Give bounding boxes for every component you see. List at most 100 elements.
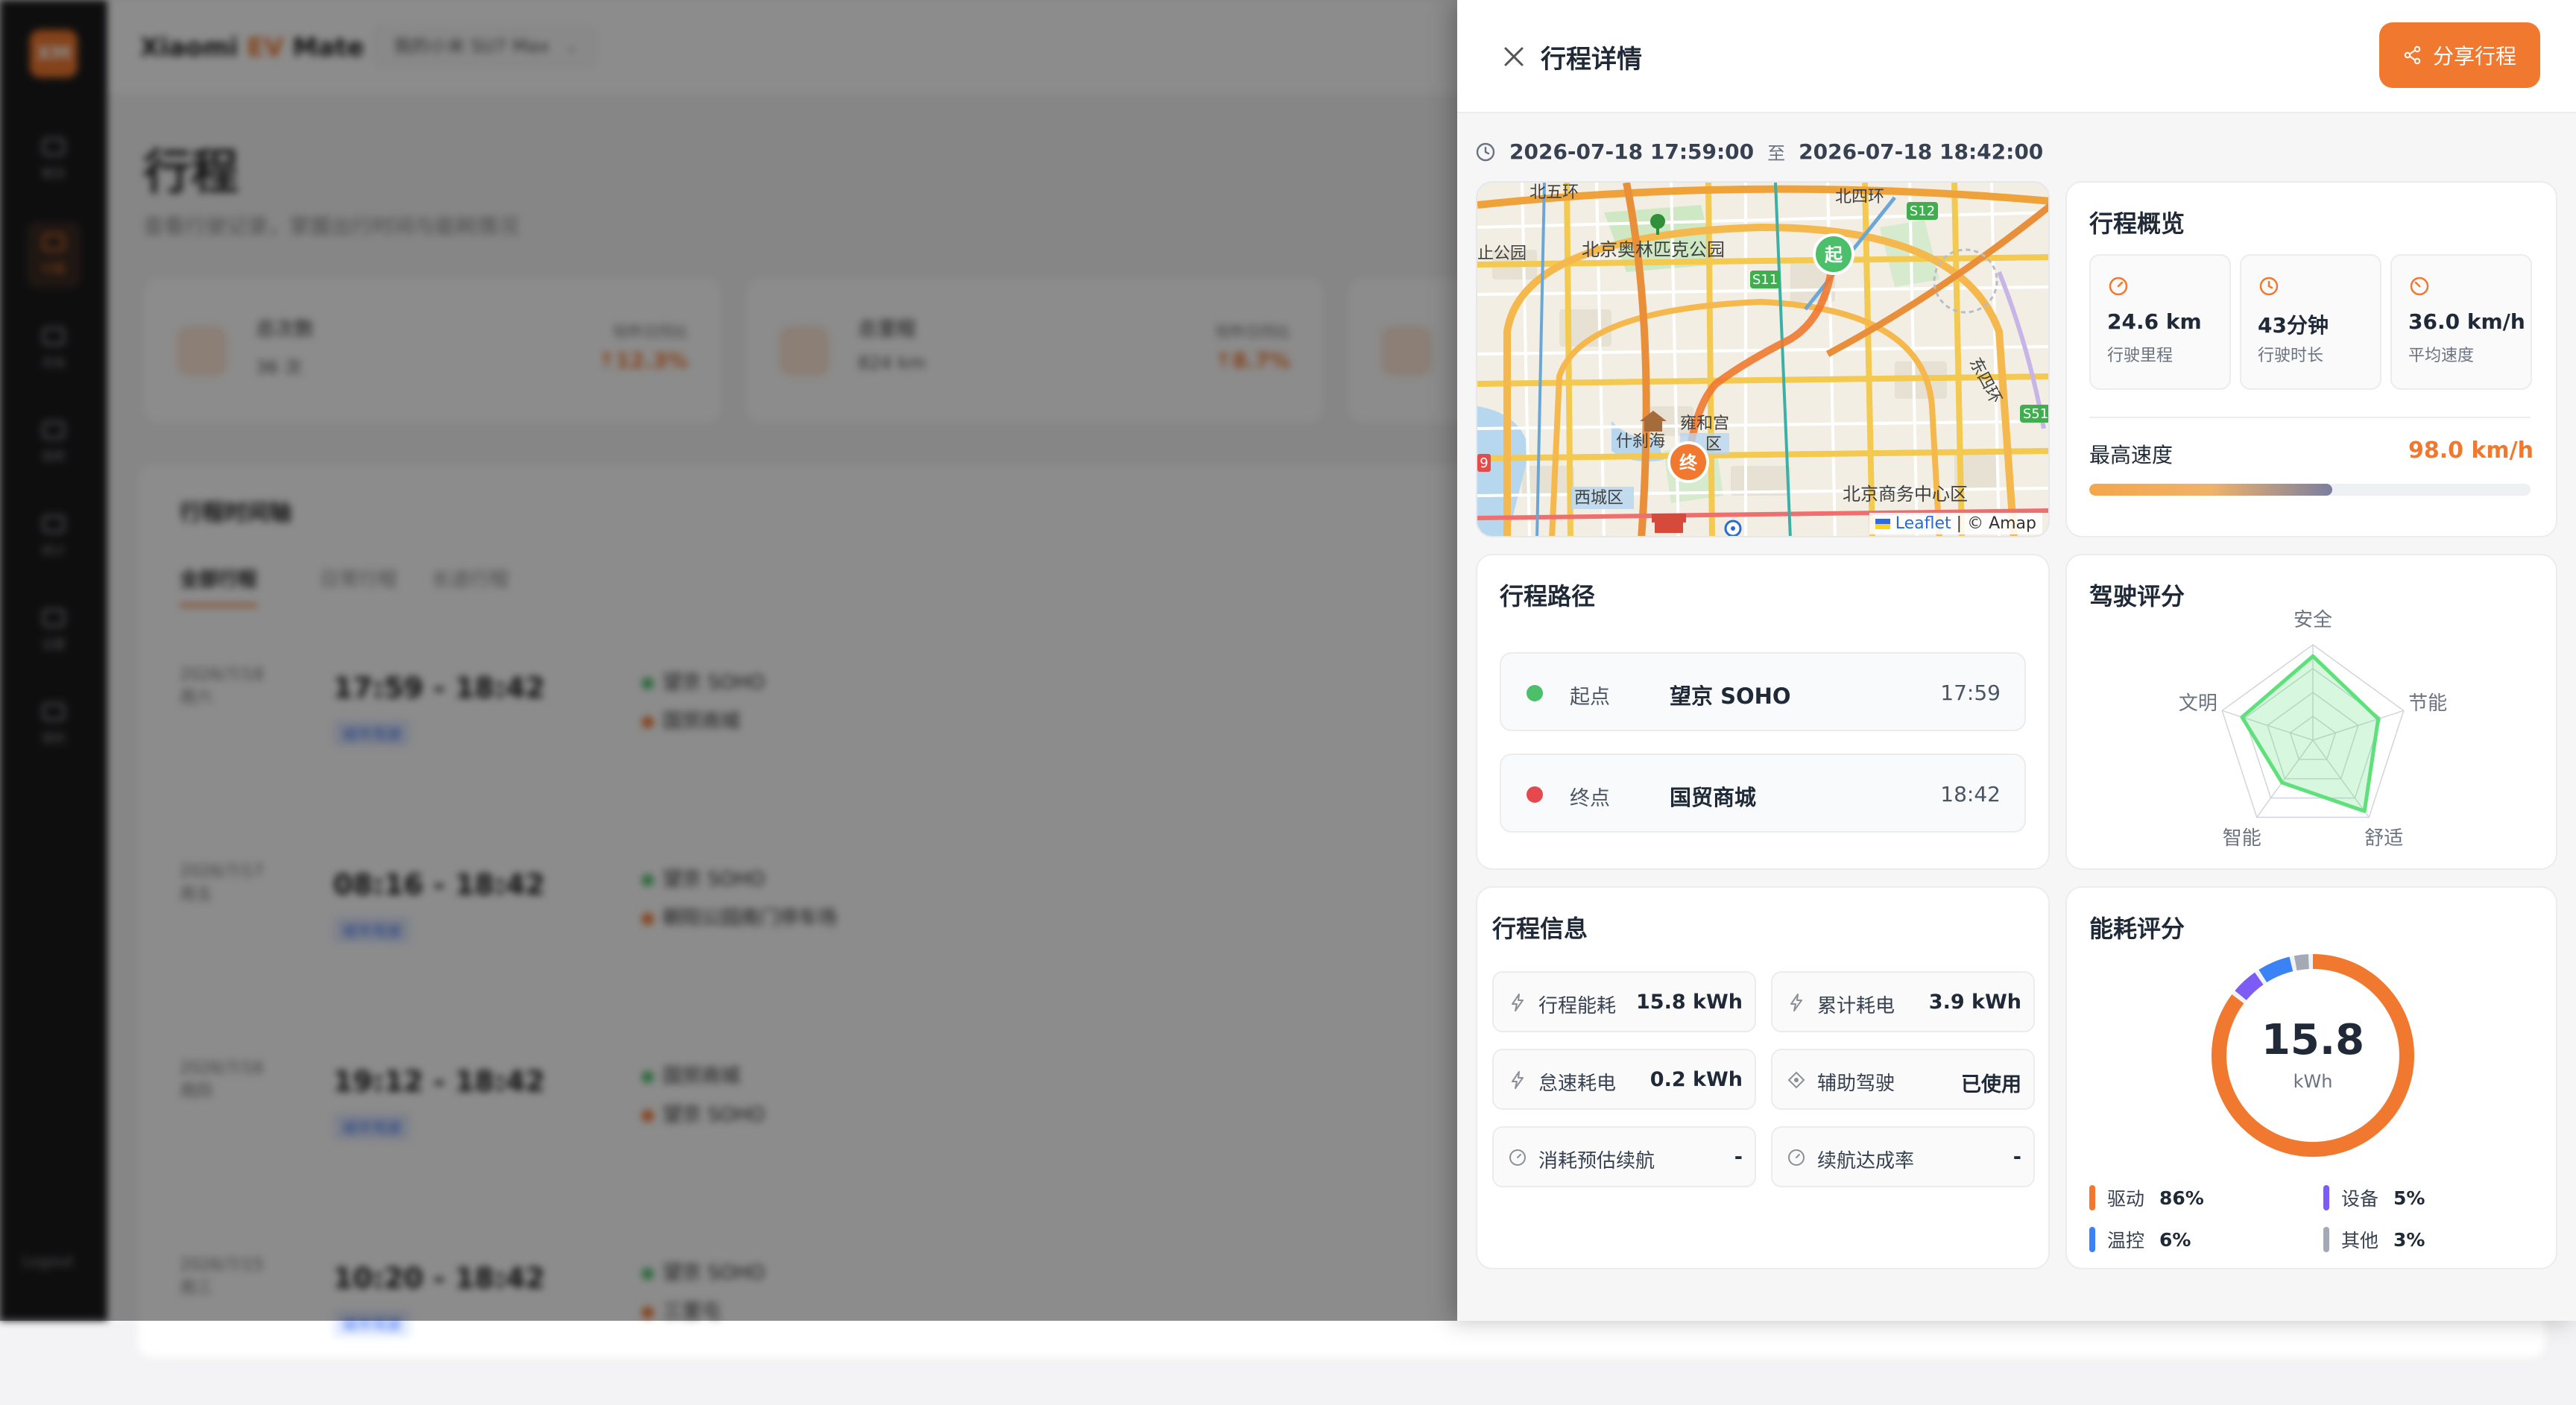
info-value: 15.8 kWh xyxy=(1636,991,1743,1014)
duration-value: 43分钟 xyxy=(2258,313,2329,338)
target-icon xyxy=(1787,1071,1805,1089)
route-end-place: 国贸商城 xyxy=(1670,785,1757,810)
end-marker[interactable]: 终 xyxy=(1667,441,1709,483)
overview-avg-speed: 36.0 km/h 平均速度 xyxy=(2390,254,2532,390)
amap-credit: © Amap xyxy=(1967,514,2036,533)
radar-axis-label: 文明 xyxy=(2179,692,2217,715)
legend-name: 温控 xyxy=(2107,1230,2145,1251)
info-label: 行程能耗 xyxy=(1538,995,1617,1017)
map-label-cbd: 北京商务中心区 xyxy=(1843,484,1968,505)
map-label-shichahai: 什刹海 xyxy=(1616,432,1665,451)
radar-score-area xyxy=(2240,654,2381,813)
energy-title: 能耗评分 xyxy=(2089,915,2185,943)
map-shield-s12: S12 xyxy=(1910,203,1935,219)
overview-duration: 43分钟 行驶时长 xyxy=(2240,254,2381,390)
info-value: - xyxy=(2012,1146,2021,1169)
map-label-beiwuhuan: 北五环 xyxy=(1530,183,1579,202)
clock-icon xyxy=(2259,277,2279,296)
share-trip-label: 分享行程 xyxy=(2432,44,2516,69)
route-start-place: 望京 SOHO xyxy=(1670,683,1791,709)
overview-distance: 24.6 km 行驶里程 xyxy=(2089,254,2231,390)
legend-value: 86% xyxy=(2159,1187,2204,1209)
start-marker-label: 起 xyxy=(1824,244,1843,265)
legend-climate: 温控 6% xyxy=(2089,1226,2191,1253)
driving-score-card: 驾驶评分 安全 节能 舒适 智能 文明 xyxy=(2065,554,2557,870)
end-dot xyxy=(1527,786,1543,803)
info-assist-driving: 辅助驾驶 已使用 xyxy=(1771,1049,2035,1110)
energy-unit: kWh xyxy=(2293,1071,2333,1092)
share-icon xyxy=(2404,45,2421,65)
route-end-kind: 终点 xyxy=(1570,787,1610,810)
route-start-kind: 起点 xyxy=(1570,686,1610,709)
info-range-rate: 续航达成率 - xyxy=(1771,1126,2035,1187)
duration-label: 行驶时长 xyxy=(2258,347,2324,365)
info-value: - xyxy=(1734,1146,1743,1169)
map-label-district: 区 xyxy=(1705,435,1722,454)
leaflet-link[interactable]: Leaflet xyxy=(1895,514,1951,533)
info-label: 怠速耗电 xyxy=(1538,1073,1617,1095)
info-label: 累计耗电 xyxy=(1817,995,1895,1017)
energy-total: 15.8 xyxy=(2261,1016,2365,1064)
gauge-icon xyxy=(2109,277,2128,296)
clock-icon xyxy=(1476,142,1495,161)
trip-detail-drawer: 行程详情 分享行程 2026-07-18 17:59:00 至 2026-07-… xyxy=(1457,0,2576,1321)
legend-name: 其他 xyxy=(2341,1230,2379,1251)
avg-speed-value: 36.0 km/h xyxy=(2408,309,2525,334)
map-shield-s51: S51 xyxy=(2023,406,2048,422)
route-end-row[interactable]: 终点 国贸商城 18:42 xyxy=(1500,754,2026,833)
bolt-icon xyxy=(1512,1071,1524,1089)
trip-start-time: 2026-07-18 17:59:00 xyxy=(1509,139,1755,164)
map-label-beisihuan: 北四环 xyxy=(1835,188,1884,206)
route-end-time: 18:42 xyxy=(1940,782,2001,806)
legend-value: 3% xyxy=(2393,1228,2425,1251)
route-start-row[interactable]: 起点 望京 SOHO 17:59 xyxy=(1500,652,2026,731)
route-card: 行程路径 起点 望京 SOHO 17:59 终点 国贸商城 18:42 xyxy=(1476,554,2050,870)
energy-card: 能耗评分 15.8 kWh 驱动 86% 设备 5% 温控 6% 其他 3% xyxy=(2065,886,2557,1269)
bolt-icon xyxy=(1512,994,1524,1011)
start-dot xyxy=(1527,685,1543,701)
overview-title: 行程概览 xyxy=(2089,209,2185,238)
info-label: 消耗预估续航 xyxy=(1538,1150,1655,1172)
start-marker[interactable]: 起 xyxy=(1813,233,1854,275)
legend-other: 其他 3% xyxy=(2323,1226,2425,1253)
radar-axis-label: 智能 xyxy=(2223,827,2261,850)
bolt-icon xyxy=(1790,994,1802,1011)
radar-axis-label: 舒适 xyxy=(2364,827,2403,850)
divider xyxy=(2089,417,2531,418)
route-start-time: 17:59 xyxy=(1940,681,2001,705)
speedometer-icon xyxy=(2410,277,2429,296)
legend-swatch xyxy=(2089,1185,2095,1210)
info-trip-energy: 行程能耗 15.8 kWh xyxy=(1492,971,1756,1032)
gate-icon xyxy=(1652,514,1686,533)
legend-name: 驱动 xyxy=(2107,1188,2145,1210)
map-label-yonghegong: 雍和宫 xyxy=(1680,414,1729,433)
driving-score-radar: 安全节能舒适 智能 文明 xyxy=(2179,609,2447,850)
distance-value: 24.6 km xyxy=(2107,309,2202,334)
radar-axis-label: 安全 xyxy=(2294,609,2332,631)
map-attribution: Leaflet | © Amap xyxy=(1869,513,2042,534)
info-label: 续航达成率 xyxy=(1817,1150,1915,1172)
trip-info-title: 行程信息 xyxy=(1492,915,1588,943)
info-value: 已使用 xyxy=(1961,1073,2021,1096)
map-shield-s11: S11 xyxy=(1752,272,1778,288)
time-separator: 至 xyxy=(1767,143,1786,164)
info-est-range: 消耗预估续航 - xyxy=(1492,1126,1756,1187)
map-label-olympic-park: 北京奥林匹克公园 xyxy=(1582,239,1725,260)
close-icon xyxy=(1504,47,1524,66)
max-speed-bar xyxy=(2089,484,2531,496)
radar-axis-label: 节能 xyxy=(2408,692,2447,715)
gauge-icon xyxy=(1788,1149,1805,1166)
legend-swatch xyxy=(2089,1227,2095,1252)
trip-map[interactable]: S11 S12 S51 9 北四环 北五环 北京奥林匹克公园 止公园 雍和宫 什… xyxy=(1476,181,2050,537)
gauge-icon xyxy=(1509,1149,1526,1166)
info-cumulative: 累计耗电 3.9 kWh xyxy=(1771,971,2035,1032)
route-title: 行程路径 xyxy=(1500,582,1596,610)
close-button[interactable] xyxy=(1499,42,1529,72)
legend-device: 设备 5% xyxy=(2323,1184,2425,1211)
distance-label: 行驶里程 xyxy=(2107,347,2174,365)
legend-value: 5% xyxy=(2393,1187,2425,1209)
avg-speed-label: 平均速度 xyxy=(2408,347,2475,365)
share-trip-button[interactable]: 分享行程 xyxy=(2379,22,2540,88)
overview-card: 行程概览 24.6 km 行驶里程 43分钟 行驶时长 36.0 km/h 平均… xyxy=(2065,181,2557,537)
drawer-header: 行程详情 分享行程 xyxy=(1457,0,2576,113)
